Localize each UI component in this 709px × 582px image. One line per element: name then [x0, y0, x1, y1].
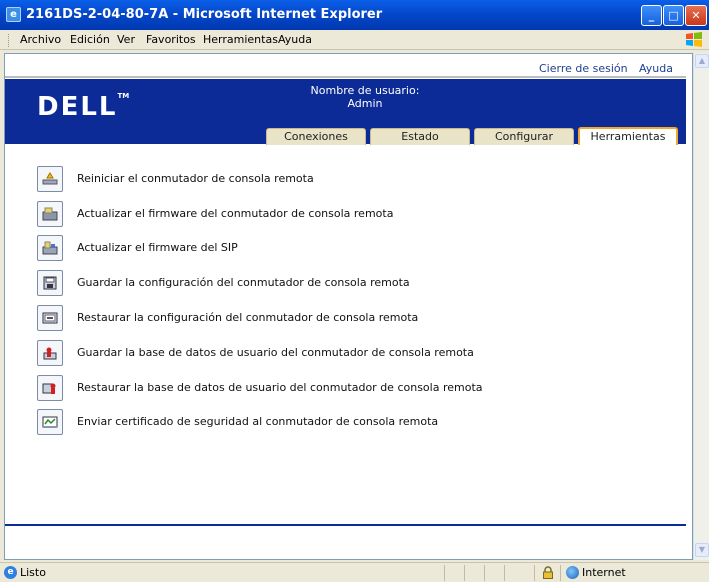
reboot-icon[interactable]: [37, 166, 63, 192]
logout-link[interactable]: Cierre de sesión: [539, 62, 628, 75]
tool-label[interactable]: Reiniciar el conmutador de consola remot…: [77, 172, 314, 185]
divider: [5, 76, 686, 78]
zone-text: Internet: [582, 566, 626, 579]
status-bar: e Listo Internet: [0, 562, 709, 582]
window-title-bar[interactable]: e 2161DS-2-04-80-7A - Microsoft Internet…: [0, 0, 709, 30]
menu-archivo[interactable]: Archivo: [20, 33, 61, 46]
menu-edicion[interactable]: Edición: [70, 33, 110, 46]
restore-userdb-icon[interactable]: [37, 375, 63, 401]
footer-divider: [5, 524, 686, 526]
menu-ayuda[interactable]: Ayuda: [278, 33, 312, 46]
scroll-up-icon[interactable]: ▲: [695, 54, 709, 68]
menu-ver[interactable]: Ver: [117, 33, 135, 46]
dell-logo: DELLTM: [37, 92, 129, 122]
username-block: Nombre de usuario: Admin: [305, 84, 425, 110]
tool-label[interactable]: Restaurar la configuración del conmutado…: [77, 311, 418, 324]
tool-label[interactable]: Guardar la base de datos de usuario del …: [77, 346, 474, 359]
page-status-icon: e: [4, 566, 17, 579]
vertical-scrollbar[interactable]: ▲ ▼: [693, 53, 709, 560]
menu-bar: Archivo Edición Ver Favoritos Herramient…: [0, 30, 709, 50]
window-title: 2161DS-2-04-80-7A - Microsoft Internet E…: [26, 7, 383, 22]
tool-label[interactable]: Actualizar el firmware del conmutador de…: [77, 207, 393, 220]
lock-icon: [543, 566, 553, 579]
maximize-button[interactable]: □: [663, 5, 684, 26]
tab-herramientas[interactable]: Herramientas: [578, 127, 678, 145]
tool-label[interactable]: Guardar la configuración del conmutador …: [77, 276, 410, 289]
status-cell: [464, 565, 484, 581]
username-label: Nombre de usuario:: [310, 84, 420, 97]
internet-zone-icon: [566, 566, 579, 579]
dell-top-bar: Cierre de sesión Ayuda: [5, 54, 692, 78]
save-userdb-icon[interactable]: [37, 340, 63, 366]
browser-content: Cierre de sesión Ayuda DELLTM Nombre de …: [4, 53, 693, 560]
tab-configurar[interactable]: Configurar: [474, 128, 574, 145]
tool-label[interactable]: Restaurar la base de datos de usuario de…: [77, 381, 483, 394]
status-text: Listo: [20, 566, 46, 579]
tab-conexiones[interactable]: Conexiones: [266, 128, 366, 145]
tab-estado[interactable]: Estado: [370, 128, 470, 145]
tool-label[interactable]: Actualizar el firmware del SIP: [77, 241, 238, 254]
trademark-mark: TM: [117, 92, 130, 100]
save-config-icon[interactable]: [37, 270, 63, 296]
status-cell: [504, 565, 534, 581]
tools-list: Reiniciar el conmutador de consola remot…: [5, 144, 686, 526]
tool-label[interactable]: Enviar certificado de seguridad al conmu…: [77, 415, 438, 428]
firmware-upgrade-icon[interactable]: [37, 201, 63, 227]
menu-herramientas[interactable]: Herramientas: [203, 33, 278, 46]
minimize-button[interactable]: _: [641, 5, 662, 26]
ie-page-icon[interactable]: e: [6, 7, 21, 22]
windows-logo-icon: [686, 32, 702, 47]
close-button[interactable]: ✕: [685, 5, 707, 26]
sip-firmware-icon[interactable]: [37, 235, 63, 261]
menu-favoritos[interactable]: Favoritos: [146, 33, 196, 46]
help-link[interactable]: Ayuda: [639, 62, 673, 75]
username-value: Admin: [347, 97, 383, 110]
status-cell: [484, 565, 504, 581]
restore-config-icon[interactable]: [37, 305, 63, 331]
toolbar-grip[interactable]: [8, 34, 11, 47]
dell-brand-text: DELL: [37, 92, 118, 122]
scroll-down-icon[interactable]: ▼: [695, 543, 709, 557]
certificate-icon[interactable]: [37, 409, 63, 435]
status-cell: [444, 565, 464, 581]
